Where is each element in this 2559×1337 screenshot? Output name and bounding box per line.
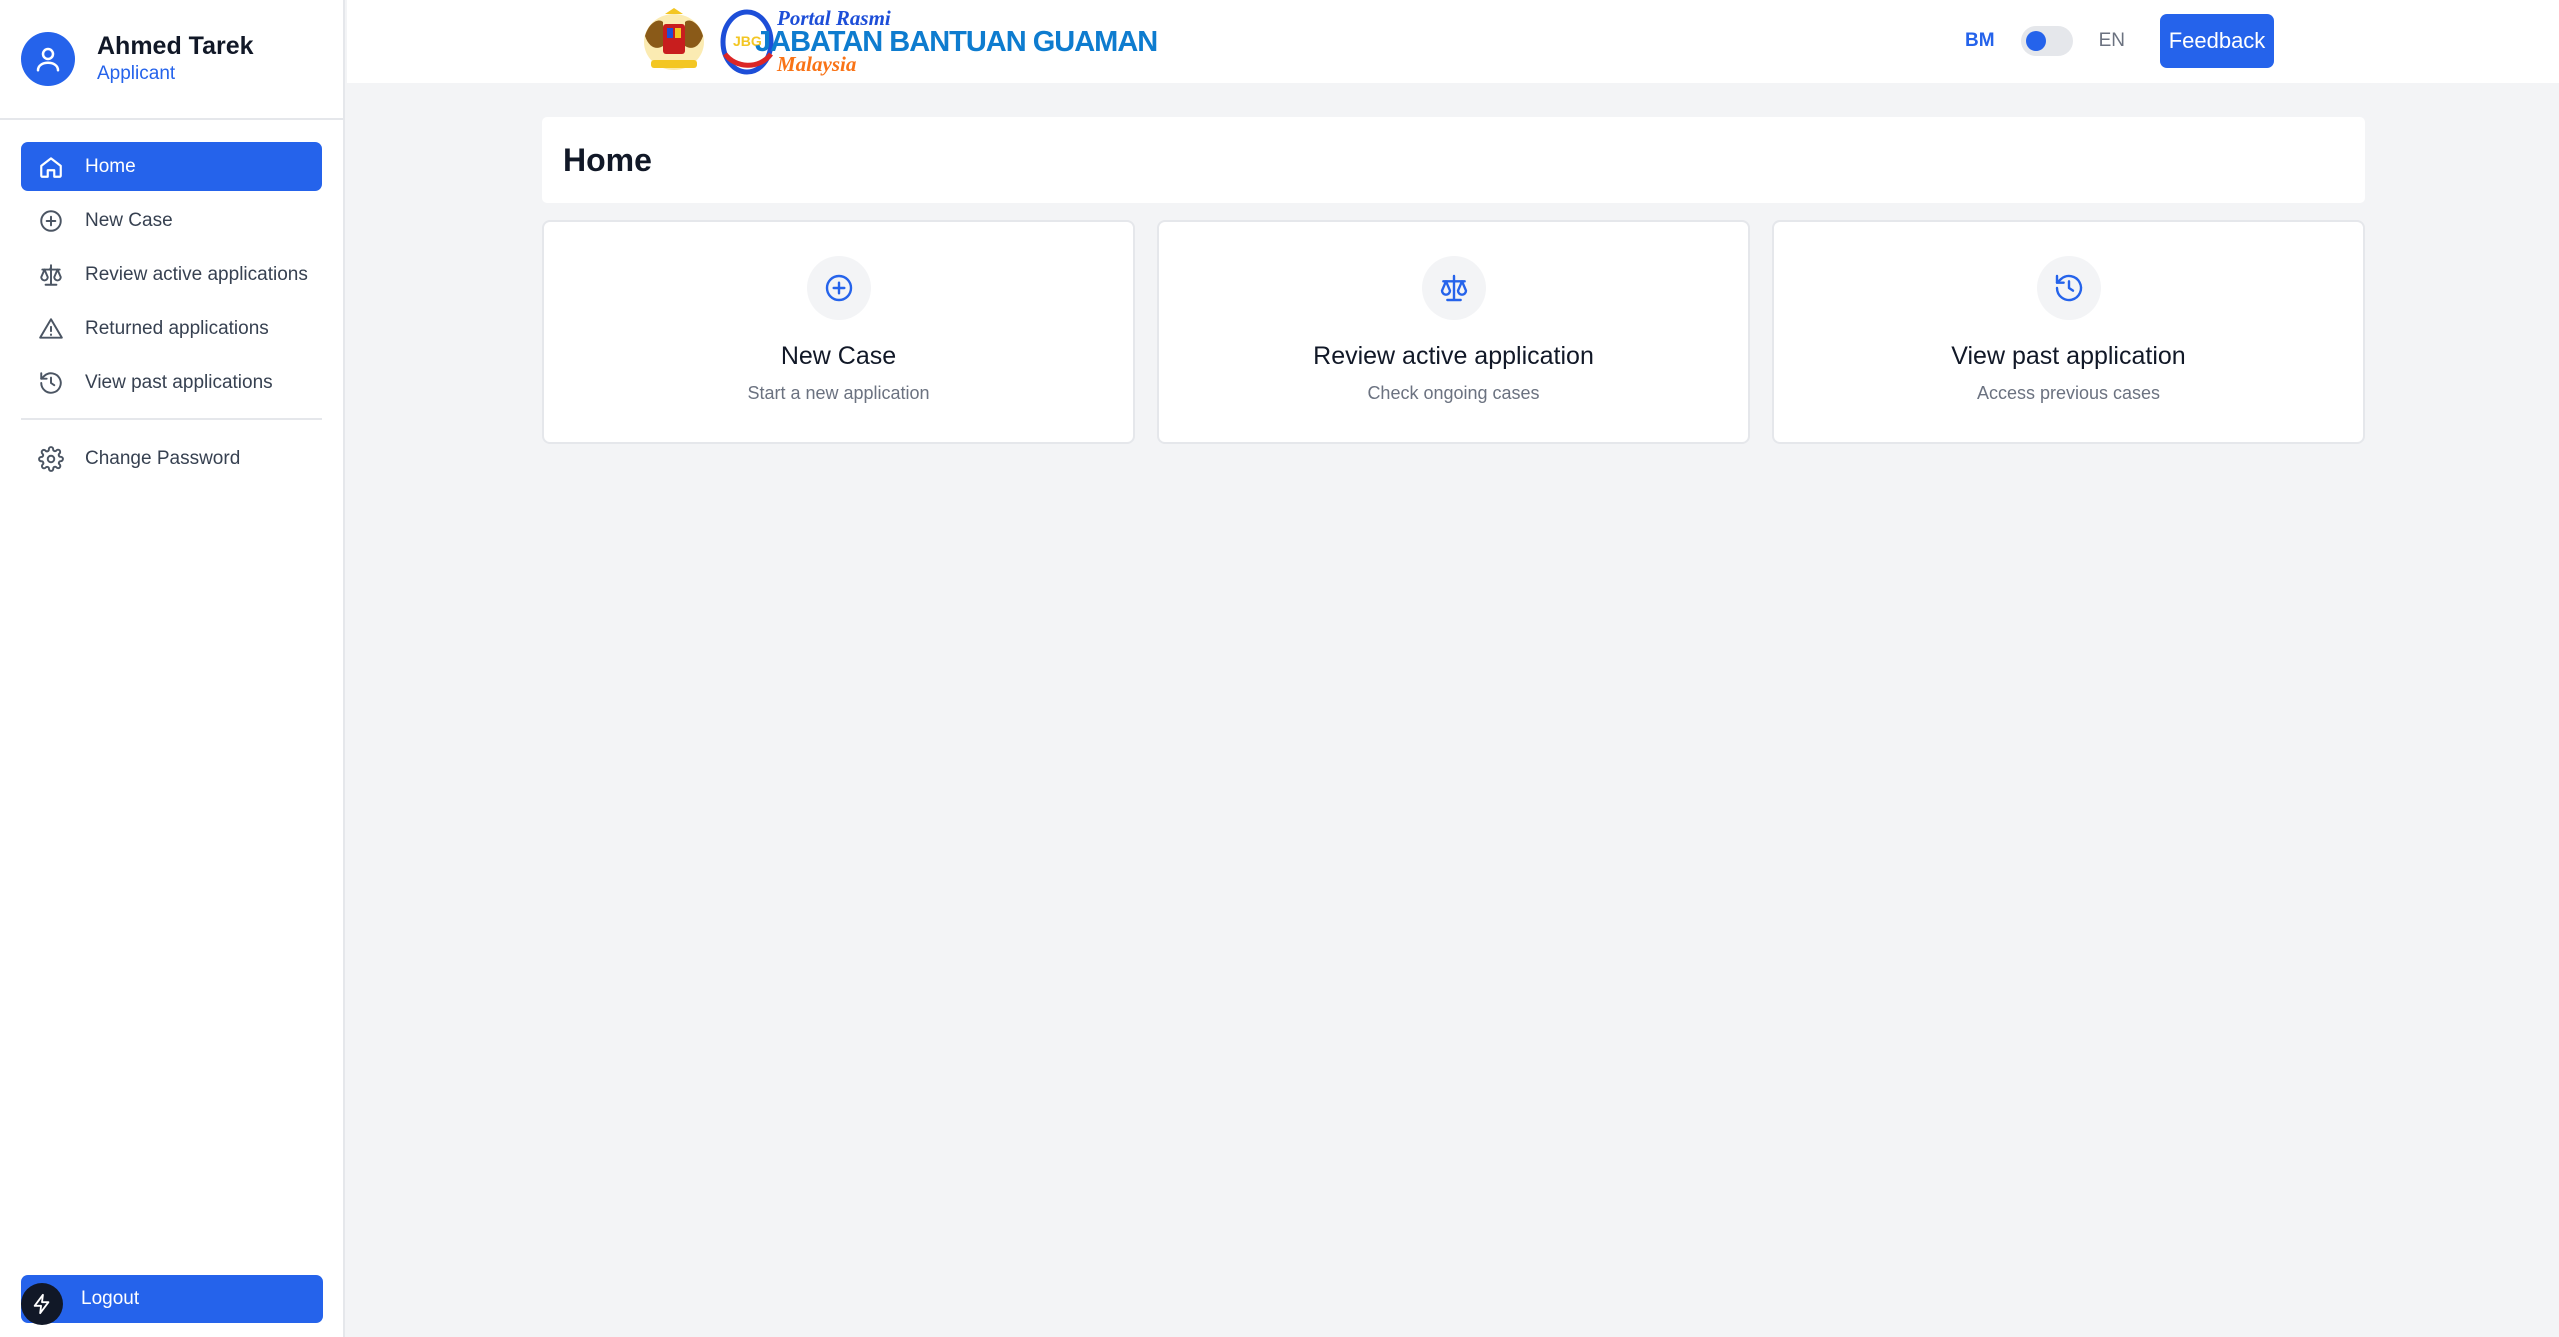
scale-icon xyxy=(37,261,65,289)
bolt-icon[interactable] xyxy=(21,1283,63,1325)
sidebar-nav: Home New Case Review active applications xyxy=(0,120,343,483)
sidebar: Ahmed Tarek Applicant Home New Case Revi… xyxy=(0,0,345,1337)
home-icon xyxy=(37,153,65,181)
card-subtitle: Check ongoing cases xyxy=(1367,383,1540,403)
card-title: View past application xyxy=(1951,342,2186,370)
logo-line-malaysia: Malaysia xyxy=(777,52,857,76)
top-bar: JBG Portal Rasmi JABATAN BANTUAN GUAMAN … xyxy=(347,0,2559,83)
sidebar-divider xyxy=(21,418,322,420)
plus-circle-icon xyxy=(806,256,871,320)
language-toggle[interactable] xyxy=(2020,26,2073,56)
user-profile: Ahmed Tarek Applicant xyxy=(0,0,343,120)
sidebar-item-new-case[interactable]: New Case xyxy=(21,196,322,245)
sidebar-item-label: Home xyxy=(85,155,136,177)
site-logo[interactable]: JBG Portal Rasmi JABATAN BANTUAN GUAMAN … xyxy=(637,4,1158,78)
page-title: Home xyxy=(563,141,652,178)
lang-bm-label[interactable]: BM xyxy=(1965,30,1995,52)
logout-button[interactable]: Logout xyxy=(21,1275,323,1323)
sidebar-item-review-active[interactable]: Review active applications xyxy=(21,250,322,299)
lang-en-label[interactable]: EN xyxy=(2099,30,2125,52)
toggle-knob xyxy=(2025,31,2046,51)
plus-circle-icon xyxy=(37,207,65,235)
card-new-case[interactable]: New Case Start a new application xyxy=(542,220,1135,444)
sidebar-item-home[interactable]: Home xyxy=(21,142,322,191)
card-review-active[interactable]: Review active application Check ongoing … xyxy=(1157,220,1750,444)
sidebar-item-change-password[interactable]: Change Password xyxy=(21,434,322,483)
language-switcher: BM EN xyxy=(1965,26,2125,56)
sidebar-item-label: New Case xyxy=(85,209,173,231)
card-subtitle: Start a new application xyxy=(747,383,930,403)
sidebar-item-returned[interactable]: Returned applications xyxy=(21,304,322,353)
scale-icon xyxy=(1421,256,1486,320)
gear-icon xyxy=(37,445,65,473)
page-header: Home xyxy=(542,117,2365,203)
feedback-button[interactable]: Feedback xyxy=(2160,14,2274,68)
sidebar-item-label: Change Password xyxy=(85,447,241,469)
user-icon xyxy=(36,47,60,72)
history-icon xyxy=(37,369,65,397)
user-role: Applicant xyxy=(97,63,176,84)
user-name: Ahmed Tarek xyxy=(97,32,254,60)
history-icon xyxy=(2036,256,2101,320)
sidebar-item-label: Returned applications xyxy=(85,317,269,339)
sidebar-item-view-past[interactable]: View past applications xyxy=(21,358,322,407)
sidebar-item-label: View past applications xyxy=(85,371,273,393)
card-title: Review active application xyxy=(1313,342,1594,370)
coat-of-arms-icon xyxy=(644,8,704,70)
card-view-past[interactable]: View past application Access previous ca… xyxy=(1772,220,2365,444)
warning-icon xyxy=(37,315,65,343)
card-subtitle: Access previous cases xyxy=(1976,383,2161,403)
card-title: New Case xyxy=(780,342,897,370)
avatar[interactable] xyxy=(21,32,75,86)
sidebar-item-label: Review active applications xyxy=(85,263,308,285)
